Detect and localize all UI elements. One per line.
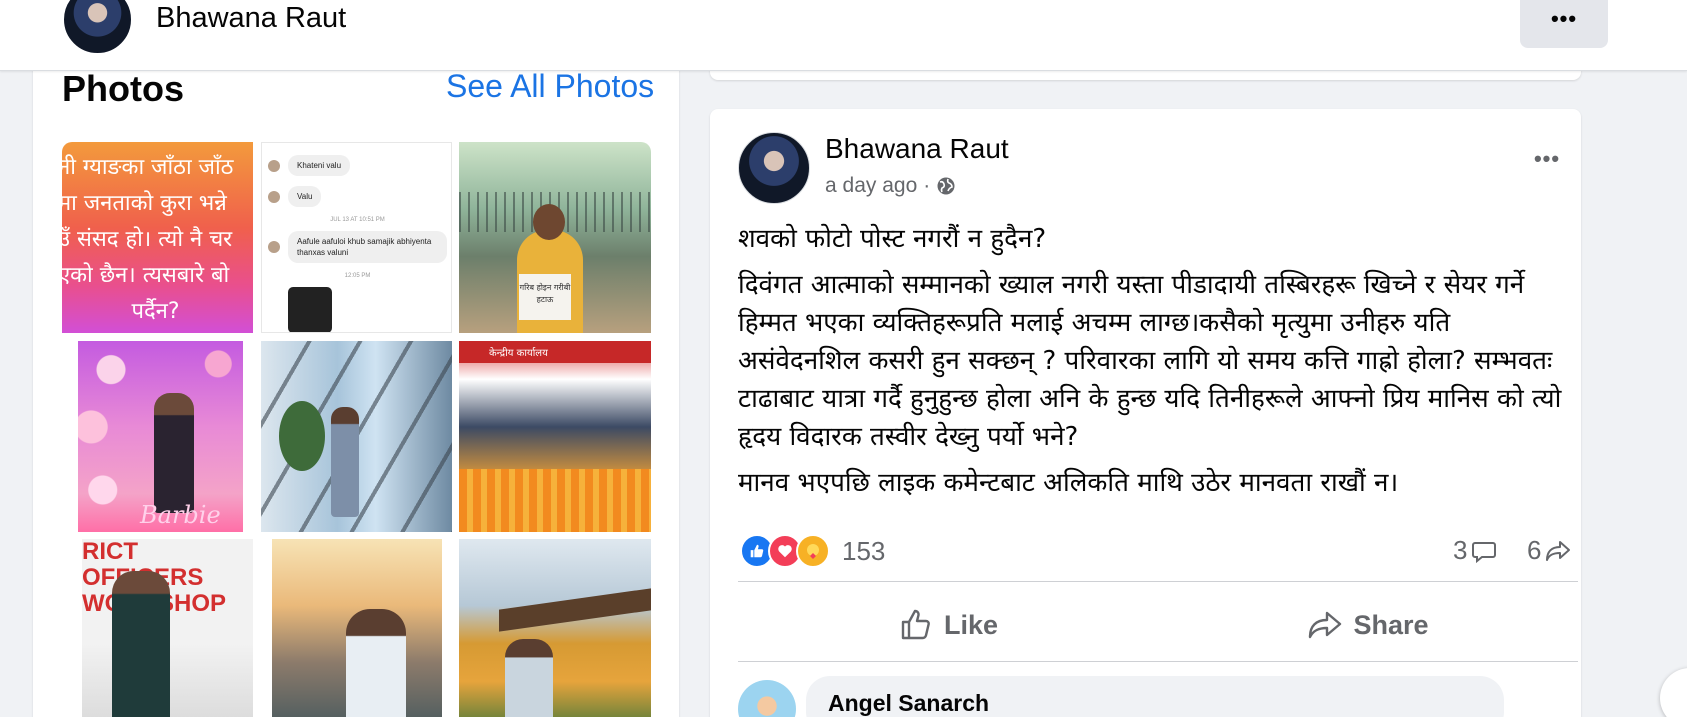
- person-figure: [331, 407, 359, 517]
- profile-sticky-header: Bhawana Raut •••: [0, 0, 1687, 71]
- chat-avatar: [268, 241, 280, 253]
- roof-graphic: [499, 588, 651, 632]
- photo-tile-house[interactable]: [459, 539, 651, 717]
- floating-button-edge[interactable]: [1660, 668, 1687, 717]
- chat-image-thumb: [288, 287, 332, 332]
- chat-message: Khateni valu: [288, 155, 351, 176]
- photo-tile-text-post[interactable]: नी ग्याङका जाँठा जाँठ मा जनताको कुरा भन्…: [62, 142, 253, 333]
- post-paragraph: दिवंगत आत्माको सम्मानको ख्याल नगरी यस्ता…: [738, 270, 1562, 452]
- comments-count: 3: [1453, 535, 1468, 565]
- post-body: शवको फोटो पोस्ट नगरौं न हुदैन? दिवंगत आत…: [738, 220, 1568, 510]
- photos-title: Photos: [62, 68, 184, 109]
- globe-icon[interactable]: [936, 176, 956, 196]
- photo-tile-workshop[interactable]: RICT OFFICERS WORKSHOP: [62, 539, 253, 717]
- share-button[interactable]: Share: [1158, 589, 1578, 661]
- event-banner: केन्द्रीय कार्यालय: [459, 341, 651, 363]
- shares-count: 6: [1527, 535, 1542, 565]
- tile-text-line: उँ संसद हो। त्यो नै चर: [62, 227, 233, 252]
- reactions-count: 153: [842, 535, 886, 566]
- tile-text-line: नी ग्याङका जाँठा जाँठ: [62, 155, 234, 180]
- reactions-summary[interactable]: 153: [740, 534, 885, 568]
- chat-message: Valu: [288, 186, 322, 207]
- post-author-avatar[interactable]: [738, 132, 810, 204]
- comment-icon: [1472, 541, 1497, 563]
- photo-tile-event[interactable]: केन्द्रीय कार्यालय: [459, 341, 651, 532]
- comments-count-button[interactable]: 3: [1453, 535, 1498, 566]
- share-label: Share: [1353, 609, 1429, 640]
- more-icon: •••: [1550, 6, 1578, 31]
- divider: [738, 661, 1578, 662]
- photo-tile-balloons[interactable]: Barbie: [62, 341, 253, 532]
- photo-tile-chat-screenshot[interactable]: Khateni valu Valu JUL 13 AT 10:51 PM Aaf…: [261, 142, 452, 333]
- chat-timestamp: 12:05 PM: [344, 273, 371, 279]
- share-arrow-icon: [1309, 611, 1342, 639]
- photo-tile-protest[interactable]: गरिब होइन गरीबी हटाऊ: [459, 142, 651, 333]
- post-paragraph: मानव भएपछि लाइक कमेन्टबाट अलिकति माथि उठ…: [738, 468, 1399, 498]
- care-reaction-icon: [796, 534, 830, 568]
- thumbs-up-icon: [901, 609, 930, 640]
- profile-avatar[interactable]: [62, 0, 133, 55]
- see-all-photos-link[interactable]: See All Photos: [446, 68, 654, 105]
- post-more-icon[interactable]: •••: [1527, 146, 1567, 171]
- post-meta: a day ago ·: [825, 174, 956, 198]
- protest-sign: गरिब होइन गरीबी हटाऊ: [519, 274, 571, 320]
- chat-timestamp: JUL 13 AT 10:51 PM: [330, 217, 385, 223]
- photo-tile-sunset[interactable]: [261, 539, 452, 717]
- chat-avatar: [268, 190, 280, 203]
- meta-separator: ·: [923, 174, 931, 197]
- commenter-name[interactable]: Angel Sanarch: [828, 690, 989, 717]
- post-paragraph: शवको फोटो पोस्ट नगरौं न हुदैन?: [738, 224, 1047, 254]
- divider: [738, 581, 1578, 582]
- flower-garlands-graphic: [459, 469, 651, 532]
- post-actions-bar: Like Share: [738, 589, 1578, 661]
- shares-count-button[interactable]: 6: [1527, 535, 1572, 566]
- like-button[interactable]: Like: [738, 589, 1158, 661]
- more-options-button[interactable]: •••: [1520, 0, 1608, 48]
- like-label: Like: [943, 609, 999, 640]
- barbie-sign: Barbie: [140, 501, 221, 529]
- person-head: [533, 204, 565, 240]
- person-figure: [112, 571, 170, 717]
- tile-text-line: एको छैन। त्यसबारे बो: [62, 263, 230, 288]
- tile-text-line: मा जनताको कुरा भन्ने: [62, 191, 227, 216]
- profile-name[interactable]: Bhawana Raut: [156, 2, 346, 35]
- person-figure: [505, 639, 553, 717]
- chat-avatar: [268, 159, 280, 172]
- tile-text-line: पर्दैन?: [131, 299, 180, 324]
- post-author-name[interactable]: Bhawana Raut: [825, 133, 1009, 165]
- post-timestamp[interactable]: a day ago: [825, 174, 917, 198]
- plant-graphic: [279, 401, 325, 471]
- share-icon: [1546, 540, 1571, 561]
- person-figure: [346, 609, 406, 717]
- person-figure: [154, 393, 194, 513]
- chat-message: Aafule aafuloi khub samajik abhiyenta th…: [288, 231, 447, 263]
- photo-tile-airport[interactable]: [261, 341, 452, 532]
